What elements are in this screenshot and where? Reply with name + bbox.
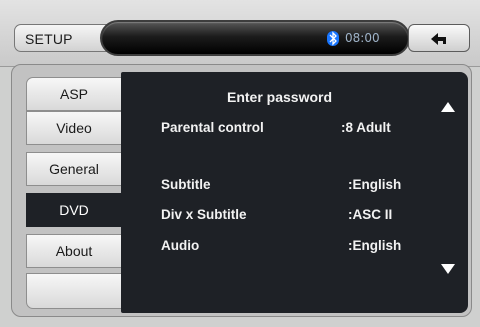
scroll-up-icon[interactable] (441, 102, 455, 112)
back-arrow-icon (431, 33, 446, 45)
setup-label: SETUP (14, 24, 112, 52)
setting-value-subtitle[interactable]: :English (348, 177, 401, 192)
enter-password-title[interactable]: Enter password (227, 89, 332, 105)
back-button[interactable] (408, 24, 470, 52)
setting-value-divx-subtitle[interactable]: :ASC II (348, 207, 392, 222)
clock-text: 08:00 (345, 31, 380, 45)
setting-label-audio[interactable]: Audio (161, 238, 199, 253)
status-bar: 08:00 (100, 20, 410, 56)
setting-label-parental-control[interactable]: Parental control (161, 120, 264, 135)
setting-value-parental-control[interactable]: :8 Adult (341, 120, 391, 135)
tab-asp[interactable]: ASP (26, 77, 122, 111)
bluetooth-icon (327, 31, 339, 46)
scroll-down-icon[interactable] (441, 264, 455, 274)
tab-dvd[interactable]: DVD (26, 193, 122, 227)
tab-general[interactable]: General (26, 152, 122, 186)
setting-value-audio[interactable]: :English (348, 238, 401, 253)
top-bar: SETUP 08:00 (0, 0, 480, 67)
setting-label-subtitle[interactable]: Subtitle (161, 177, 211, 192)
setting-label-divx-subtitle[interactable]: Div x Subtitle (161, 207, 247, 222)
tab-video[interactable]: Video (26, 111, 122, 145)
dvd-settings-panel: Enter password Parental control :8 Adult… (121, 72, 468, 313)
tab-about[interactable]: About (26, 234, 122, 268)
tab-empty[interactable] (26, 273, 122, 309)
